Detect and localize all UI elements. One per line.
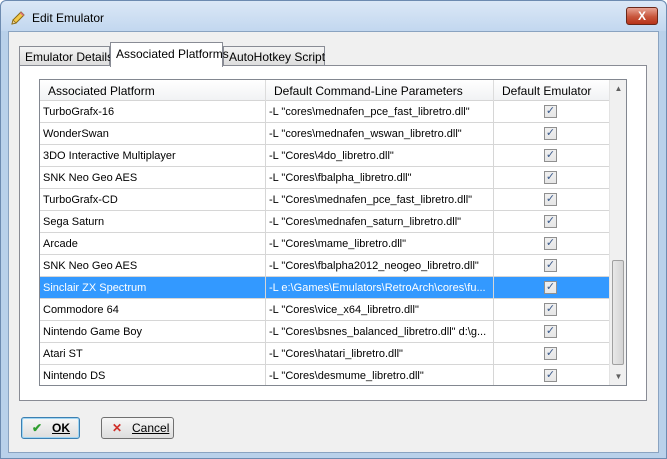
title-bar[interactable]: Edit Emulator X — [1, 1, 666, 31]
default-emulator-checkbox[interactable]: ✓ — [544, 149, 557, 162]
default-emulator-cell[interactable]: ✓ — [494, 101, 610, 123]
parameters-cell[interactable]: -L "Cores\vice_x64_libretro.dll" — [266, 299, 494, 321]
scroll-down-arrow-icon[interactable]: ▼ — [610, 368, 626, 385]
table-row[interactable]: WonderSwan -L "cores\mednafen_wswan_libre… — [40, 123, 610, 145]
table-row[interactable]: Arcade -L "Cores\mame_libretro.dll" ✓ — [40, 233, 610, 255]
column-header-label: Default Emulator — [502, 84, 592, 98]
default-emulator-cell[interactable]: ✓ — [494, 123, 610, 145]
default-emulator-checkbox[interactable]: ✓ — [544, 281, 557, 294]
table-row[interactable]: TurboGrafx-16 -L "cores\mednafen_pce_fast… — [40, 101, 610, 123]
parameters-cell[interactable]: -L "Cores\mednafen_saturn_libretro.dll" — [266, 211, 494, 233]
platform-cell[interactable]: Sinclair ZX Spectrum — [40, 277, 266, 299]
x-icon: ✕ — [111, 421, 123, 435]
default-emulator-checkbox[interactable]: ✓ — [544, 127, 557, 140]
default-emulator-cell[interactable]: ✓ — [494, 299, 610, 321]
table-row[interactable]: Commodore 64 -L "Cores\vice_x64_libretro.… — [40, 299, 610, 321]
default-emulator-cell[interactable]: ✓ — [494, 189, 610, 211]
ok-button[interactable]: ✔ OK — [21, 417, 80, 439]
parameters-cell[interactable]: -L "Cores\fbalpha2012_neogeo_libretro.dl… — [266, 255, 494, 277]
checkmark-icon: ✔ — [31, 421, 43, 435]
cancel-button[interactable]: ✕ Cancel — [101, 417, 174, 439]
platform-cell[interactable]: Sega Saturn — [40, 211, 266, 233]
scroll-up-arrow-icon[interactable]: ▲ — [610, 80, 626, 97]
tab-emulator-details[interactable]: Emulator Details — [19, 46, 114, 66]
tab-label: AutoHotkey Script — [229, 50, 326, 64]
window-title: Edit Emulator — [32, 11, 105, 25]
platform-cell[interactable]: WonderSwan — [40, 123, 266, 145]
parameters-cell[interactable]: -L "Cores\fbalpha_libretro.dll" — [266, 167, 494, 189]
grid-header: Associated Platform Default Command-Line… — [40, 80, 610, 101]
default-emulator-checkbox[interactable]: ✓ — [544, 325, 557, 338]
platform-cell[interactable]: Nintendo Game Boy — [40, 321, 266, 343]
table-row[interactable]: SNK Neo Geo AES -L "Cores\fbalpha2012_neo… — [40, 255, 610, 277]
default-emulator-checkbox[interactable]: ✓ — [544, 237, 557, 250]
default-emulator-cell[interactable]: ✓ — [494, 167, 610, 189]
close-icon: X — [637, 9, 646, 23]
default-emulator-checkbox[interactable]: ✓ — [544, 105, 557, 118]
parameters-cell[interactable]: -L "cores\mednafen_pce_fast_libretro.dll… — [266, 101, 494, 123]
column-header-platform[interactable]: Associated Platform — [40, 80, 266, 101]
table-row[interactable]: Nintendo DS -L "Cores\desmume_libretro.dl… — [40, 365, 610, 385]
table-row[interactable]: 3DO Interactive Multiplayer -L "Cores\4do… — [40, 145, 610, 167]
cancel-label: Cancel — [132, 421, 170, 435]
table-row[interactable]: Nintendo Game Boy -L "Cores\bsnes_balance… — [40, 321, 610, 343]
parameters-cell[interactable]: -L e:\Games\Emulators\RetroArch\cores\fu… — [266, 277, 494, 299]
default-emulator-checkbox[interactable]: ✓ — [544, 303, 557, 316]
ok-label: OK — [52, 421, 70, 435]
parameters-cell[interactable]: -L "Cores\4do_libretro.dll" — [266, 145, 494, 167]
parameters-cell[interactable]: -L "cores\mednafen_wswan_libretro.dll" — [266, 123, 494, 145]
close-button[interactable]: X — [626, 7, 658, 25]
grid-rows: TurboGrafx-16 -L "cores\mednafen_pce_fast… — [40, 101, 610, 385]
parameters-cell[interactable]: -L "Cores\desmume_libretro.dll" — [266, 365, 494, 385]
platform-cell[interactable]: Arcade — [40, 233, 266, 255]
scrollbar-thumb[interactable] — [612, 260, 624, 365]
platform-cell[interactable]: SNK Neo Geo AES — [40, 255, 266, 277]
column-header-default[interactable]: Default Emulator — [494, 80, 610, 101]
default-emulator-cell[interactable]: ✓ — [494, 211, 610, 233]
default-emulator-checkbox[interactable]: ✓ — [544, 259, 557, 272]
tab-label: Emulator Details — [25, 50, 114, 64]
table-row[interactable]: TurboGrafx-CD -L "Cores\mednafen_pce_fast… — [40, 189, 610, 211]
default-emulator-cell[interactable]: ✓ — [494, 277, 610, 299]
parameters-cell[interactable]: -L "Cores\bsnes_balanced_libretro.dll" d… — [266, 321, 494, 343]
vertical-scrollbar[interactable]: ▲ ▼ — [609, 80, 626, 385]
parameters-cell[interactable]: -L "Cores\mame_libretro.dll" — [266, 233, 494, 255]
tab-label: Associated Platforms — [116, 47, 229, 61]
column-header-label: Associated Platform — [48, 84, 155, 98]
default-emulator-cell[interactable]: ✓ — [494, 233, 610, 255]
platform-cell[interactable]: 3DO Interactive Multiplayer — [40, 145, 266, 167]
default-emulator-cell[interactable]: ✓ — [494, 255, 610, 277]
default-emulator-cell[interactable]: ✓ — [494, 145, 610, 167]
column-header-parameters[interactable]: Default Command-Line Parameters — [266, 80, 494, 101]
default-emulator-checkbox[interactable]: ✓ — [544, 171, 557, 184]
column-header-label: Default Command-Line Parameters — [274, 84, 463, 98]
parameters-cell[interactable]: -L "Cores\mednafen_pce_fast_libretro.dll… — [266, 189, 494, 211]
parameters-cell[interactable]: -L "Cores\hatari_libretro.dll" — [266, 343, 494, 365]
default-emulator-checkbox[interactable]: ✓ — [544, 215, 557, 228]
default-emulator-checkbox[interactable]: ✓ — [544, 369, 557, 382]
platform-cell[interactable]: Atari ST — [40, 343, 266, 365]
table-row[interactable]: SNK Neo Geo AES -L "Cores\fbalpha_libretr… — [40, 167, 610, 189]
platform-cell[interactable]: SNK Neo Geo AES — [40, 167, 266, 189]
default-emulator-cell[interactable]: ✓ — [494, 321, 610, 343]
platform-cell[interactable]: Nintendo DS — [40, 365, 266, 385]
default-emulator-checkbox[interactable]: ✓ — [544, 347, 557, 360]
edit-emulator-window: Edit Emulator X Emulator Details Associa… — [0, 0, 667, 459]
table-row[interactable]: Sega Saturn -L "Cores\mednafen_saturn_lib… — [40, 211, 610, 233]
platform-cell[interactable]: TurboGrafx-CD — [40, 189, 266, 211]
table-row[interactable]: Atari ST -L "Cores\hatari_libretro.dll" ✓ — [40, 343, 610, 365]
tab-associated-platforms[interactable]: Associated Platforms — [110, 42, 229, 67]
platform-cell[interactable]: Commodore 64 — [40, 299, 266, 321]
pencil-icon — [11, 11, 25, 25]
default-emulator-checkbox[interactable]: ✓ — [544, 193, 557, 206]
platforms-grid[interactable]: Associated Platform Default Command-Line… — [39, 79, 627, 386]
tab-autohotkey-script[interactable]: AutoHotkey Script — [223, 46, 325, 66]
table-row[interactable]: Sinclair ZX Spectrum -L e:\Games\Emulator… — [40, 277, 610, 299]
dialog-body: Emulator Details Associated Platforms Au… — [8, 31, 659, 453]
platform-cell[interactable]: TurboGrafx-16 — [40, 101, 266, 123]
default-emulator-cell[interactable]: ✓ — [494, 343, 610, 365]
default-emulator-cell[interactable]: ✓ — [494, 365, 610, 385]
